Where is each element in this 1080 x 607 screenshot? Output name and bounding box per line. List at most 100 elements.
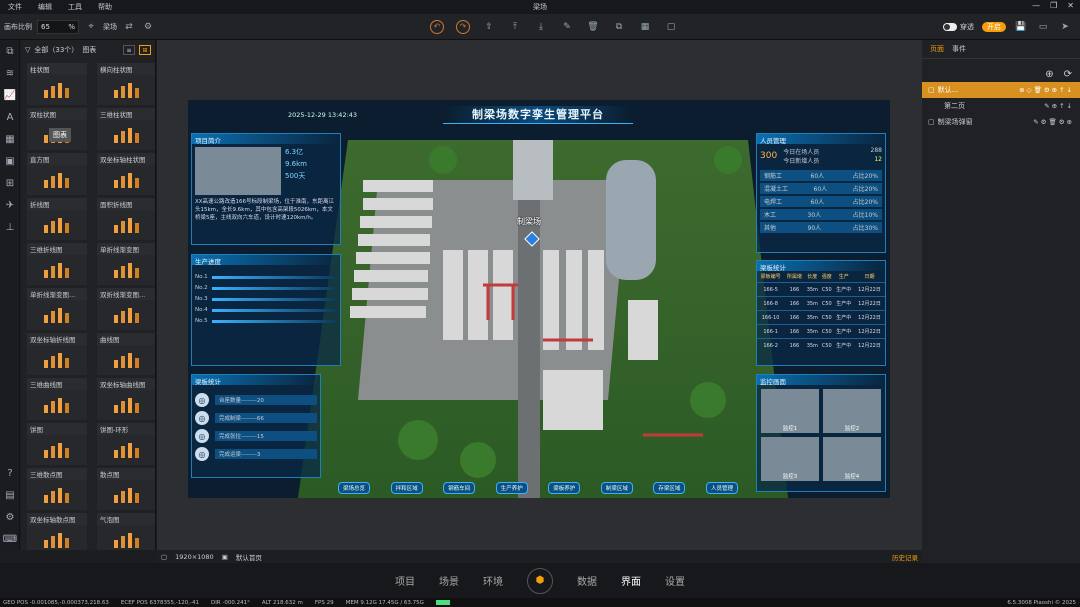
chart-card[interactable]: 双坐标轴柱状图 (97, 153, 155, 195)
page-popup[interactable]: ▢ 制梁场弹窗 ✎⚙🗑⚙⊕ (922, 114, 1080, 130)
filter-icon[interactable]: ▽ (25, 46, 30, 54)
dock-data[interactable]: 数据 (577, 573, 597, 588)
camera-feed[interactable]: 监控3 (761, 437, 819, 481)
camera-feed[interactable]: 监控4 (823, 437, 881, 481)
canvas[interactable]: 制梁场数字孪生管理平台 2025-12-29 13:42:43 制梁场 项目简介… (157, 40, 922, 563)
group-icon[interactable]: ▢ (664, 20, 678, 34)
chart-card[interactable]: 横向柱状图 (97, 63, 155, 105)
scene-label[interactable]: 梁场 (103, 22, 117, 32)
grid-view-icon[interactable]: ⊞ (139, 45, 151, 55)
close-icon[interactable]: ✕ (1067, 1, 1074, 10)
page-second[interactable]: 第二页 ✎⊕↑↓ (922, 98, 1080, 114)
text-icon[interactable]: A (0, 106, 20, 128)
filter-label[interactable]: 全部（33个） (34, 45, 78, 55)
dashboard-nav-button[interactable]: 钢筋车间 (443, 482, 476, 494)
align-bottom-icon[interactable]: ⤓ (534, 20, 548, 34)
dashboard-nav-button[interactable]: 人员管理 (705, 482, 738, 494)
list-view-icon[interactable]: ≡ (123, 45, 135, 55)
components-icon[interactable]: ⧉ (0, 40, 20, 62)
dashboard-preview[interactable]: 制梁场数字孪生管理平台 2025-12-29 13:42:43 制梁场 项目简介… (188, 100, 890, 498)
menu-edit[interactable]: 编辑 (30, 2, 60, 12)
chart-card[interactable]: 直方图 (27, 153, 87, 195)
chart-card[interactable]: 饼图 (27, 423, 87, 465)
stamp-icon[interactable]: ⊥ (0, 216, 20, 238)
gear-icon[interactable]: ⚙ (0, 506, 20, 528)
chart-card[interactable]: 三维柱状图 (97, 108, 155, 150)
production-bar (211, 319, 337, 323)
camera-feed[interactable]: 监控2 (823, 389, 881, 433)
chart-card[interactable]: 三维散点图 (27, 468, 87, 510)
chart-card[interactable]: 双坐标轴曲线图 (97, 378, 155, 420)
zoom-input[interactable]: 65% (37, 19, 79, 34)
chart-card[interactable]: 柱状图 (27, 63, 87, 105)
menu-file[interactable]: 文件 (0, 2, 30, 12)
history-link[interactable]: 历史记录 (892, 552, 918, 562)
plane-icon[interactable]: ✈ (0, 194, 20, 216)
chart-card[interactable]: 三维折线图 (27, 243, 87, 285)
chart-card[interactable]: 散点图 (97, 468, 155, 510)
page-actions[interactable]: ⊕◇🗑⚙⊕↑↓ (1019, 86, 1074, 94)
undo-icon[interactable]: ↶ (430, 19, 444, 34)
media-icon[interactable]: ▣ (0, 150, 20, 172)
menu-tools[interactable]: 工具 (60, 2, 90, 12)
dashboard-nav-button[interactable]: 生产养护 (495, 482, 528, 494)
dashboard-nav-button[interactable]: 拌和区域 (390, 482, 423, 494)
chart-card[interactable]: 双坐标轴折线图 (27, 333, 87, 375)
send-icon[interactable]: ➤ (1058, 20, 1072, 34)
save-icon[interactable]: 💾 (1014, 20, 1028, 34)
dock-interface[interactable]: 界面 (621, 573, 641, 588)
tab-events[interactable]: 事件 (952, 44, 966, 54)
page-actions[interactable]: ✎⚙🗑⚙⊕ (1033, 118, 1074, 126)
help-icon[interactable]: ? (0, 462, 20, 484)
redo-icon[interactable]: ↷ (456, 19, 470, 34)
intro-title: 项目简介 (192, 134, 340, 145)
chart-card[interactable]: 单折线渐变图... (27, 288, 87, 330)
cube-icon[interactable]: ⬢ (527, 567, 553, 594)
chart-card[interactable]: 曲线图 (97, 333, 155, 375)
add-page-icon[interactable]: ⊕ (1045, 69, 1053, 80)
chart-card[interactable]: 气泡图 (97, 513, 155, 550)
dashboard-nav-button[interactable]: 梁板养护 (548, 482, 581, 494)
table-icon[interactable]: ▦ (0, 128, 20, 150)
upload-icon[interactable]: ⇧ (482, 20, 496, 34)
menu-help[interactable]: 帮助 (90, 2, 120, 12)
doc-icon[interactable]: ▤ (0, 484, 20, 506)
tab-pages[interactable]: 页面 (930, 44, 944, 54)
copy-icon[interactable]: ⧉ (612, 20, 626, 34)
camera-feed[interactable]: 监控1 (761, 389, 819, 433)
page-default[interactable]: ▢ 默认... ⊕◇🗑⚙⊕↑↓ (922, 82, 1080, 98)
enable-pill[interactable]: 开启 (982, 21, 1006, 32)
chart-card[interactable]: 饼图-环形 (97, 423, 155, 465)
layers-icon[interactable]: ≋ (0, 62, 20, 84)
dashboard-nav-button[interactable]: 制梁区域 (600, 482, 633, 494)
refresh-icon[interactable]: ⟳ (1064, 69, 1072, 80)
settings-icon[interactable]: ⚙ (141, 20, 155, 34)
layers-icon[interactable]: ▦ (638, 20, 652, 34)
chart-icon[interactable]: 📈 (0, 84, 20, 106)
delete-icon[interactable]: 🗑 (586, 20, 600, 34)
dashboard-nav-button[interactable]: 存梁区域 (653, 482, 686, 494)
chart-card[interactable]: 面积折线图 (97, 198, 155, 240)
widget-icon[interactable]: ⊞ (0, 172, 20, 194)
dock-project[interactable]: 项目 (395, 573, 415, 588)
keyboard-icon[interactable]: ⌨ (0, 528, 20, 550)
chart-card[interactable]: 单折线渐变图 (97, 243, 155, 285)
chart-card[interactable]: 双折线渐变图... (97, 288, 155, 330)
dashboard-nav-button[interactable]: 梁场总览 (338, 482, 371, 494)
page-actions[interactable]: ✎⊕↑↓ (1044, 102, 1074, 110)
align-top-icon[interactable]: ⤒ (508, 20, 522, 34)
chart-card[interactable]: 三维曲线图 (27, 378, 87, 420)
chart-card[interactable]: 双坐标轴散点图 (27, 513, 87, 550)
swap-icon[interactable]: ⇄ (122, 20, 136, 34)
chart-card[interactable]: 折线图 (27, 198, 87, 240)
maximize-icon[interactable]: ❐ (1050, 1, 1057, 10)
default-home[interactable]: 默认首页 (236, 552, 262, 562)
minimize-icon[interactable]: — (1032, 1, 1040, 10)
tag-icon[interactable]: ⌖ (84, 20, 98, 34)
monitor-icon[interactable]: ▭ (1036, 20, 1050, 34)
dock-environment[interactable]: 环境 (483, 573, 503, 588)
brush-icon[interactable]: ✎ (560, 20, 574, 34)
dock-settings[interactable]: 设置 (665, 573, 685, 588)
penetrate-toggle[interactable] (943, 22, 957, 31)
dock-scene[interactable]: 场景 (439, 573, 459, 588)
